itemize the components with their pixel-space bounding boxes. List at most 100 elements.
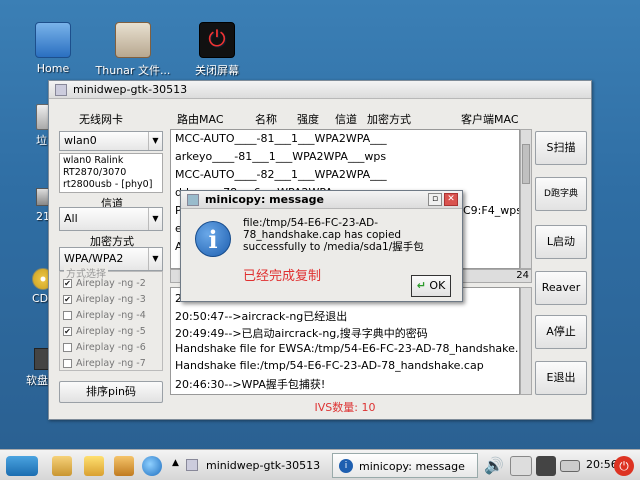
app-icon (55, 84, 67, 96)
desktop-icon-label: Home (36, 62, 70, 75)
clock[interactable]: 20:56 (586, 458, 618, 471)
log-row: 20:49:49-->已启动aircrack-ng,搜寻字典中的密码 (175, 327, 428, 340)
taskbar: ▲ minidwep-gtk-30513 i minicopy: message… (0, 449, 640, 480)
interface-info: wlan0 Ralink RT2870/3070 rt2800usb - [ph… (59, 153, 163, 193)
chevron-down-icon: ▼ (148, 208, 162, 230)
log-list-scrollbar[interactable] (520, 287, 532, 395)
interface-info-line: wlan0 Ralink (63, 155, 124, 166)
close-button[interactable]: ✕ (444, 193, 458, 206)
hscroll-value: 24 (516, 270, 529, 281)
desktop-icon-shutdown[interactable]: ⏻ 关闭屏幕 (172, 22, 262, 78)
stop-button[interactable]: A停止 (535, 315, 587, 349)
info-icon: i (195, 221, 231, 257)
power-icon[interactable]: ⏻ (614, 456, 634, 476)
file-manager-icon[interactable] (114, 456, 134, 476)
log-row: 20:46:30-->WPA握手包捕获! (175, 378, 326, 391)
header-strength: 强度 (297, 113, 319, 126)
interface-value: wlan0 (64, 134, 97, 147)
app-icon (187, 194, 199, 206)
mode-checkbox-2[interactable]: ✔ Aireplay -ng -2 (63, 278, 146, 289)
header-name: 名称 (255, 113, 277, 126)
info-icon: i (339, 459, 353, 473)
mode-checkbox-7[interactable]: Aireplay -ng -7 (63, 358, 146, 369)
ok-label: OK (429, 279, 446, 292)
task-main-window[interactable]: minidwep-gtk-30513 (180, 453, 330, 478)
desktop-icon-label: 关闭屏幕 (195, 64, 239, 77)
header-router-mac: 路由MAC (177, 113, 224, 126)
thunar-icon (115, 22, 151, 58)
launch-button[interactable]: L启动 (535, 225, 587, 259)
channel-value: All (64, 212, 78, 225)
reaver-button[interactable]: Reaver (535, 271, 587, 305)
battery-icon[interactable] (560, 460, 580, 472)
log-list[interactable]: 20 20:50:47-->aircrack-ng已经退出 20:49:49--… (170, 287, 520, 395)
ap-row[interactable]: MCC-AUTO____-82___1___WPA2WPA___ (175, 168, 387, 181)
ok-button[interactable]: ↵ OK (411, 275, 451, 297)
shutdown-icon: ⏻ (199, 22, 235, 58)
dialog-message: file:/tmp/54-E6-FC-23-AD-78_handshake.ca… (243, 217, 424, 253)
chevron-down-icon: ▼ (148, 248, 162, 270)
checkbox (63, 359, 72, 368)
editor-icon[interactable] (84, 456, 104, 476)
task-dialog[interactable]: i minicopy: message (332, 453, 478, 478)
encryption-value: WPA/WPA2 (64, 252, 124, 265)
scan-button[interactable]: S扫描 (535, 131, 587, 165)
task-label: minicopy: message (359, 460, 465, 473)
dictionary-button[interactable]: D跑字典 (535, 177, 587, 211)
task-label: minidwep-gtk-30513 (206, 459, 321, 472)
scrollbar-thumb[interactable] (522, 144, 530, 184)
channel-select[interactable]: All ▼ (59, 207, 163, 231)
window-list-arrow-icon[interactable]: ▲ (172, 458, 179, 468)
mode-label: Aireplay -ng -3 (76, 294, 146, 305)
ap-row[interactable]: arkeyo____-81___1___WPA2WPA___wps (175, 150, 386, 163)
checkbox: ✔ (63, 279, 72, 288)
volume-icon[interactable]: 🔊 (484, 456, 504, 475)
log-row: Handshake file:/tmp/54-E6-FC-23-AD-78_ha… (175, 359, 484, 372)
dialog-title: minicopy: message (205, 193, 324, 206)
mode-checkbox-5[interactable]: ✔ Aireplay -ng -5 (63, 326, 146, 337)
sort-pin-button[interactable]: 排序pin码 (59, 381, 163, 403)
mode-group: 方式选择 ✔ Aireplay -ng -2 ✔ Aireplay -ng -3 A… (59, 265, 163, 371)
ap-list-scrollbar[interactable] (520, 129, 532, 269)
header-wireless-card: 无线网卡 (79, 113, 123, 126)
exit-button[interactable]: E退出 (535, 361, 587, 395)
maximize-button[interactable]: ▫ (428, 193, 442, 206)
desktop-icon-thunar[interactable]: Thunar 文件... (88, 22, 178, 78)
interface-select[interactable]: wlan0 ▼ (59, 131, 163, 151)
check-icon: ↵ (416, 279, 426, 292)
client-mac-cell[interactable]: C9:F4_wps (463, 204, 519, 217)
dialog-done-text: 已经完成复制 (243, 269, 322, 284)
mode-label: Aireplay -ng -2 (76, 278, 146, 289)
interface-info-line: RT2870/3070 (63, 167, 127, 178)
mode-checkbox-4[interactable]: Aireplay -ng -4 (63, 310, 146, 321)
mode-checkbox-6[interactable]: Aireplay -ng -6 (63, 342, 146, 353)
chevron-down-icon: ▼ (148, 132, 162, 150)
ivs-count: IVS数量: 10 (314, 401, 376, 414)
home-icon (35, 22, 71, 58)
start-menu-icon[interactable] (6, 456, 38, 476)
browser-icon[interactable] (142, 456, 162, 476)
checkbox: ✔ (63, 327, 72, 336)
ap-row[interactable]: MCC-AUTO____-81___1___WPA2WPA___ (175, 132, 387, 145)
dialog-titlebar[interactable]: minicopy: message ▫ ✕ (181, 191, 462, 209)
network-icon[interactable] (536, 456, 556, 476)
log-row: 20:50:47-->aircrack-ng已经退出 (175, 310, 348, 323)
mode-label: Aireplay -ng -7 (76, 358, 146, 369)
desktop-icon[interactable] (52, 456, 72, 476)
log-row: Handshake file for EWSA:/tmp/54-E6-FC-23… (175, 342, 519, 355)
app-icon (186, 459, 198, 471)
mode-label: Aireplay -ng -5 (76, 326, 146, 337)
checkbox: ✔ (63, 295, 72, 304)
desktop-icon-label: Thunar 文件... (95, 64, 171, 77)
interface-info-line: rt2800usb - [phy0] (63, 179, 153, 190)
desktop-icon-home[interactable]: Home (8, 22, 98, 75)
header-client-mac: 客户端MAC (461, 113, 519, 126)
header-channel: 信道 (335, 113, 357, 126)
header-encryption: 加密方式 (367, 113, 411, 126)
window-title: minidwep-gtk-30513 (73, 83, 188, 96)
mode-label: Aireplay -ng -6 (76, 342, 146, 353)
keyboard-icon[interactable] (510, 456, 532, 476)
checkbox (63, 343, 72, 352)
main-titlebar[interactable]: minidwep-gtk-30513 (49, 81, 591, 99)
mode-checkbox-3[interactable]: ✔ Aireplay -ng -3 (63, 294, 146, 305)
